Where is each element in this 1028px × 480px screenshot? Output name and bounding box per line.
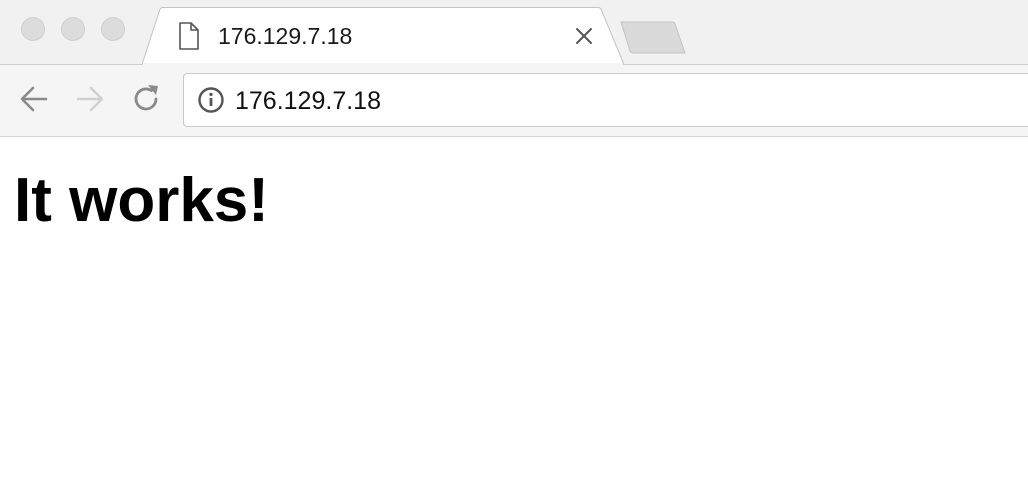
close-window-button[interactable] bbox=[21, 17, 45, 41]
address-bar[interactable]: 176.129.7.18 bbox=[183, 73, 1028, 127]
tab-shape bbox=[142, 7, 625, 65]
arrow-right-icon[interactable] bbox=[73, 82, 107, 116]
tab-strip: 176.129.7.18 bbox=[0, 0, 1028, 65]
close-icon[interactable] bbox=[572, 24, 596, 48]
url-text[interactable]: 176.129.7.18 bbox=[235, 86, 381, 116]
minimize-window-button[interactable] bbox=[61, 17, 85, 41]
browser-window: 176.129.7.18 176.129.7.18 It works! bbox=[0, 0, 1028, 480]
zoom-window-button[interactable] bbox=[101, 17, 125, 41]
toolbar: 176.129.7.18 bbox=[0, 64, 1028, 137]
page-heading: It works! bbox=[14, 166, 269, 235]
arrow-left-icon[interactable] bbox=[17, 82, 51, 116]
document-icon bbox=[179, 22, 199, 50]
page-content: It works! bbox=[0, 138, 1028, 480]
reload-icon[interactable] bbox=[129, 82, 163, 116]
tab-title: 176.129.7.18 bbox=[218, 23, 353, 49]
tab-active[interactable]: 176.129.7.18 bbox=[142, 7, 638, 65]
info-icon[interactable] bbox=[197, 86, 225, 114]
